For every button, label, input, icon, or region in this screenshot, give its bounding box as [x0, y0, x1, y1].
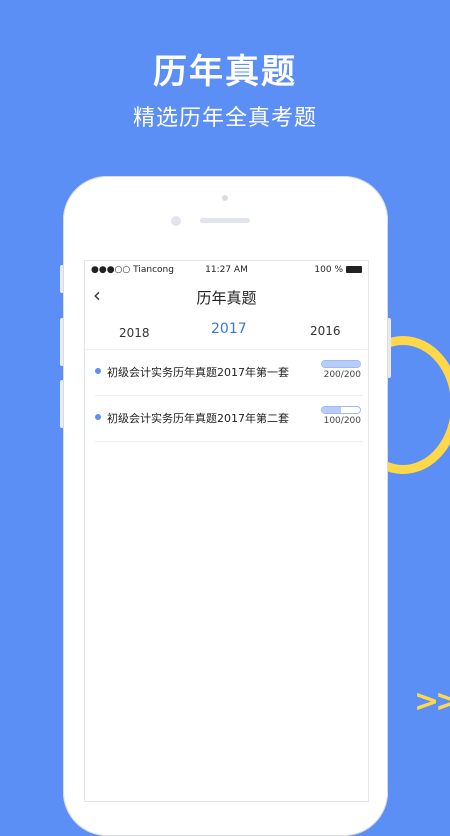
tab-year-2018[interactable]: 2018 — [119, 326, 150, 340]
battery-indicator: 100 % — [314, 265, 362, 275]
tab-year-2016[interactable]: 2016 — [310, 324, 341, 338]
progress-bar — [321, 406, 361, 414]
year-tabs: 2018 2017 2016 — [85, 319, 368, 350]
phone-speaker — [200, 218, 250, 223]
bullet-dot — [95, 368, 101, 374]
progress-count: 200/200 — [323, 370, 361, 380]
promo-subheadline: 精选历年全真考题 — [132, 106, 317, 131]
paper-title: 初级会计实务历年真题2017年第一套 — [107, 366, 289, 379]
promo-headline: 历年真题 — [153, 52, 297, 92]
bullet-dot — [95, 414, 101, 420]
progress-count: 100/200 — [323, 416, 361, 426]
page-title: 历年真题 — [196, 289, 257, 307]
progress-fill — [322, 361, 360, 367]
phone-sensor — [171, 216, 181, 226]
battery-icon — [346, 266, 362, 273]
paper-list-item[interactable]: 初级会计实务历年真题2017年第二套 100/200 — [95, 395, 363, 442]
status-bar: ●●●○○ Tiancong 11:27 AM 100 % — [85, 261, 368, 279]
phone-camera — [222, 195, 228, 201]
paper-list-item[interactable]: 初级会计实务历年真题2017年第一套 200/200 — [95, 349, 363, 396]
tab-year-2017[interactable]: 2017 — [211, 321, 247, 337]
battery-level: 100 % — [314, 265, 343, 275]
decorative-arrows: >> — [414, 684, 450, 719]
progress-fill — [322, 407, 341, 413]
phone-screen: ●●●○○ Tiancong 11:27 AM 100 % ‹ 历年真题 201… — [84, 260, 369, 802]
nav-bar: ‹ 历年真题 — [85, 279, 368, 315]
progress-bar — [321, 360, 361, 368]
paper-title: 初级会计实务历年真题2017年第二套 — [107, 412, 289, 425]
